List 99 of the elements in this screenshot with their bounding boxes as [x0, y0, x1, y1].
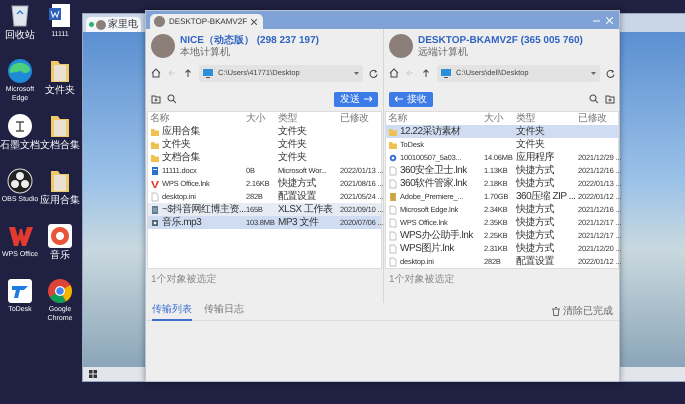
- dropdown-caret-icon[interactable]: [354, 72, 359, 74]
- file-type: 快捷方式: [516, 230, 554, 241]
- computer-name: NICE（动态版）: [180, 34, 254, 46]
- new-folder-icon[interactable]: [605, 94, 615, 104]
- tab-label: 家里电: [108, 18, 138, 32]
- selection-status: 1个对象被选定: [150, 272, 218, 287]
- trash-icon: [552, 307, 560, 316]
- file-type: 快捷方式: [516, 243, 554, 254]
- spreadsheet-icon: [150, 204, 160, 214]
- right-arrow-icon: [364, 95, 372, 103]
- file-type: MP3 文件: [278, 217, 318, 228]
- icon-label[interactable]: 回收站: [5, 30, 35, 41]
- column-header[interactable]: 名称: [150, 112, 169, 125]
- file-type: 应用程序: [516, 152, 554, 163]
- file-type: 文件夹: [516, 126, 544, 137]
- file-name: 360安全卫士.lnk: [400, 164, 467, 177]
- column-header[interactable]: 类型: [278, 113, 297, 124]
- avatar: [389, 34, 413, 58]
- chrome-icon[interactable]: [46, 277, 74, 305]
- file-row[interactable]: 文档合集 文件夹: [148, 151, 381, 164]
- file-row[interactable]: 文件夹 文件夹: [148, 138, 381, 151]
- column-header[interactable]: 大小: [246, 113, 265, 124]
- avatar-icon: [154, 16, 165, 27]
- icon-label[interactable]: 文件夹: [45, 85, 75, 96]
- archive-icon: [388, 192, 398, 202]
- icon-label[interactable]: 石墨文档: [0, 140, 40, 151]
- file-type: 快捷方式: [516, 217, 554, 228]
- window-tab[interactable]: DESKTOP-BKAMV2F: [150, 14, 264, 29]
- computer-name: DESKTOP-BKAMV2F: [418, 34, 518, 46]
- file-name: ~$抖音网红博主资...: [162, 203, 246, 216]
- obs-icon[interactable]: [6, 167, 34, 195]
- refresh-icon[interactable]: [369, 68, 378, 78]
- column-header[interactable]: 已修改: [578, 113, 606, 124]
- computer-role: 本地计算机: [180, 46, 231, 58]
- document-icon: [150, 166, 160, 176]
- file-type: 配置设置: [516, 256, 554, 267]
- avatar: [151, 34, 175, 58]
- left-arrow-icon: [395, 95, 403, 103]
- computer-id: (365 005 760): [520, 34, 583, 46]
- home-icon[interactable]: [389, 68, 399, 78]
- file-type: 快捷方式: [516, 165, 554, 176]
- wps-icon: [150, 178, 160, 188]
- file-name: 文档合集: [162, 151, 200, 164]
- column-header[interactable]: 类型: [516, 113, 535, 124]
- shimo-doc-icon[interactable]: [6, 112, 34, 140]
- computer-id: (298 237 197): [256, 34, 319, 46]
- app-icon: [388, 152, 398, 162]
- edge-icon[interactable]: [6, 57, 34, 85]
- icon-label[interactable]: 文档合集: [40, 140, 80, 151]
- monitor-icon: [203, 68, 213, 78]
- file-type: 文件夹: [278, 126, 306, 137]
- transfer-tab[interactable]: 传输列表: [152, 302, 192, 321]
- file-type: 文件夹: [516, 139, 544, 150]
- selection-status: 1个对象被选定: [388, 272, 456, 287]
- file-name: WPS办公助手.lnk: [400, 229, 473, 242]
- refresh-icon[interactable]: [606, 68, 615, 78]
- file-name: 文件夹: [162, 138, 190, 151]
- action-button[interactable]: 发送: [334, 92, 378, 106]
- column-header[interactable]: 大小: [484, 113, 503, 124]
- tab-title: DESKTOP-BKAMV2F: [169, 16, 248, 28]
- start-icon[interactable]: [89, 370, 97, 378]
- file-name: WPS图片.lnk: [400, 242, 454, 255]
- file-type: 文件夹: [278, 139, 306, 150]
- icon-label[interactable]: 应用合集: [40, 195, 80, 206]
- file-name: 音乐.mp3: [162, 216, 202, 229]
- column-header[interactable]: 名称: [388, 112, 407, 125]
- audio-file-icon: [150, 218, 160, 228]
- close-icon[interactable]: [251, 18, 258, 24]
- file-type: 配置设置: [278, 191, 316, 202]
- file-type: 快捷方式: [516, 204, 554, 215]
- search-icon[interactable]: [167, 94, 177, 104]
- file-name: 360软件管家.lnk: [400, 177, 467, 190]
- clear-completed-button[interactable]: 清除已完成: [552, 304, 613, 319]
- file-type: 360压缩 ZIP ...: [516, 191, 576, 202]
- music-icon[interactable]: [46, 222, 74, 250]
- avatar-icon: [96, 20, 106, 30]
- file-type: XLSX 工作表: [278, 204, 332, 215]
- up-arrow-icon[interactable]: [421, 68, 431, 78]
- file-type: 文件夹: [278, 152, 306, 163]
- file-row[interactable]: 应用合集 文件夹: [148, 125, 381, 138]
- remote-window-tab[interactable]: 家里电: [86, 17, 141, 32]
- computer-role: 远端计算机: [418, 46, 469, 58]
- file-name: 12.22采访素材: [400, 125, 461, 138]
- transfer-tab[interactable]: 传输日志: [204, 302, 244, 321]
- file-type: 快捷方式: [278, 178, 316, 189]
- file-name: 应用合集: [162, 125, 200, 138]
- status-dot-icon: [89, 22, 94, 27]
- file-type: 快捷方式: [516, 178, 554, 189]
- column-header[interactable]: 已修改: [340, 113, 368, 124]
- dropdown-caret-icon[interactable]: [591, 72, 596, 74]
- action-button[interactable]: 接收: [389, 92, 433, 106]
- icon-label[interactable]: 音乐: [50, 250, 70, 261]
- new-folder-icon[interactable]: [151, 94, 161, 104]
- file-row[interactable]: 12.22采访素材 文件夹: [386, 125, 618, 138]
- search-icon[interactable]: [589, 94, 599, 104]
- monitor-icon: [441, 68, 451, 78]
- todesk-icon[interactable]: [6, 277, 34, 305]
- home-icon[interactable]: [151, 68, 161, 78]
- up-arrow-icon[interactable]: [183, 68, 193, 78]
